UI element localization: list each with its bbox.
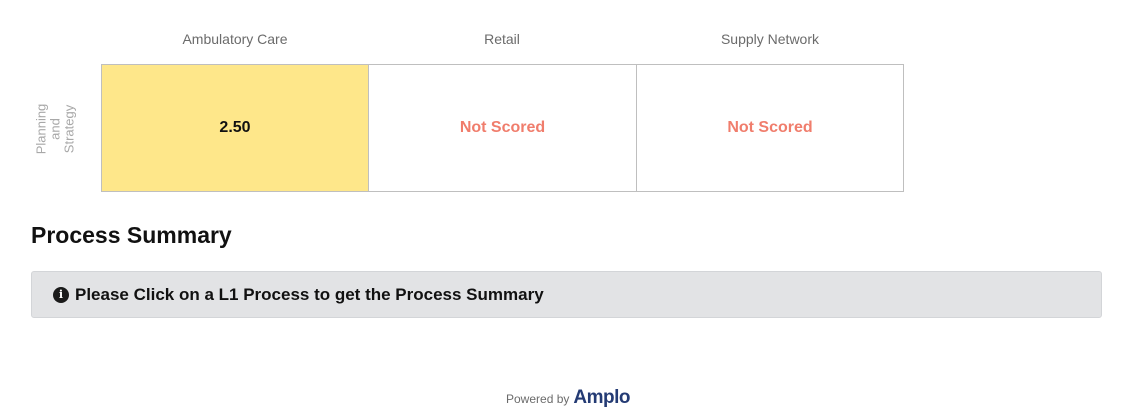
column-header-ambulatory-care: Ambulatory Care bbox=[182, 31, 288, 47]
amplo-logo[interactable]: Amplo bbox=[573, 387, 630, 409]
row-header-planning-and-strategy: Planning and Strategy bbox=[33, 64, 76, 193]
heatmap-cell-supply-network[interactable]: Not Scored bbox=[636, 64, 904, 192]
info-circle-icon: i bbox=[53, 286, 69, 303]
info-message: Please Click on a L1 Process to get the … bbox=[75, 284, 544, 304]
cell-score: 2.50 bbox=[219, 119, 251, 136]
heatmap-cell-ambulatory-care[interactable]: 2.50 bbox=[101, 64, 369, 192]
footer: Powered by Amplo bbox=[0, 387, 1136, 409]
row-header-label: Planning and Strategy bbox=[33, 103, 77, 154]
powered-by-text: Powered by bbox=[506, 392, 570, 406]
heatmap-cell-retail[interactable]: Not Scored bbox=[368, 64, 637, 192]
cell-score: Not Scored bbox=[727, 119, 813, 136]
process-summary-info-alert: i Please Click on a L1 Process to get th… bbox=[31, 271, 1102, 318]
column-header-retail: Retail bbox=[484, 31, 520, 47]
cell-score: Not Scored bbox=[459, 119, 546, 136]
process-summary-title: Process Summary bbox=[31, 222, 232, 248]
column-header-supply-network: Supply Network bbox=[720, 31, 820, 47]
